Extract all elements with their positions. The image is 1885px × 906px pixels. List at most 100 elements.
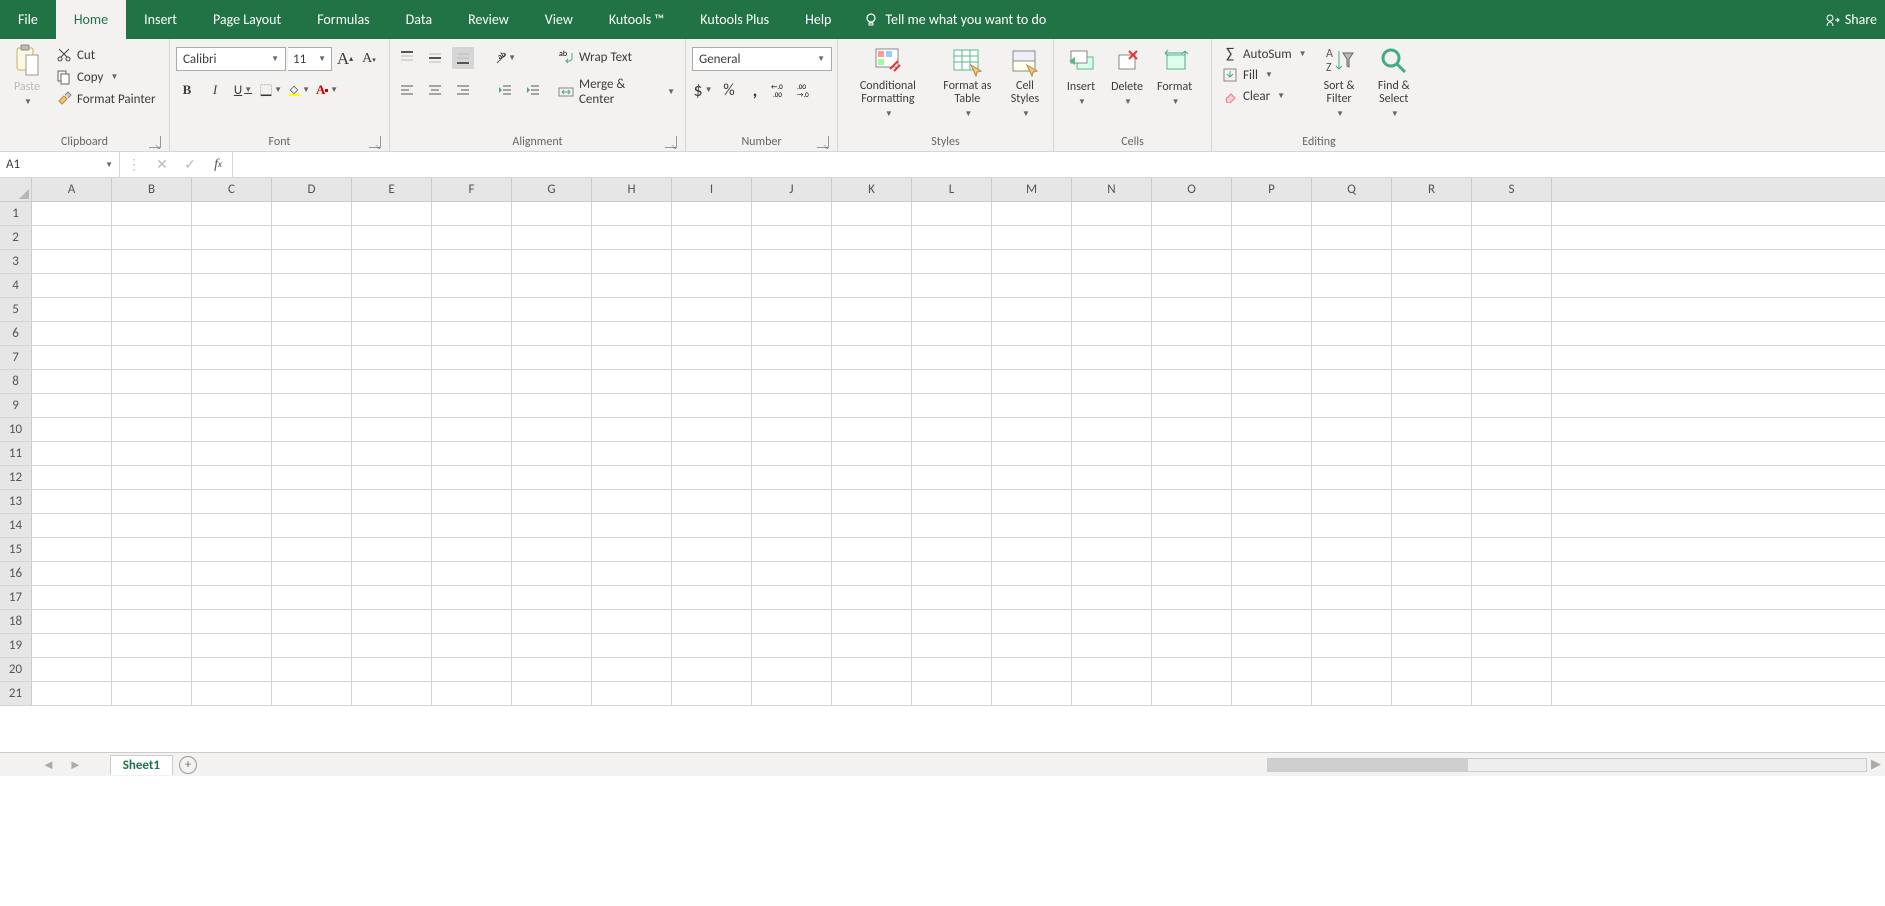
cell[interactable]	[192, 274, 272, 297]
cell[interactable]	[112, 682, 192, 705]
cell[interactable]	[1392, 514, 1472, 537]
row-header[interactable]: 16	[0, 562, 32, 585]
cell[interactable]	[32, 562, 112, 585]
cell[interactable]	[112, 514, 192, 537]
cell[interactable]	[32, 586, 112, 609]
cell[interactable]	[1312, 226, 1392, 249]
tab-formulas[interactable]: Formulas	[299, 0, 387, 39]
cell[interactable]	[832, 274, 912, 297]
cell[interactable]	[112, 394, 192, 417]
cell[interactable]	[1152, 466, 1232, 489]
cell[interactable]	[992, 370, 1072, 393]
cell[interactable]	[512, 250, 592, 273]
column-header[interactable]: P	[1232, 178, 1312, 201]
cell[interactable]	[832, 250, 912, 273]
cell[interactable]	[832, 442, 912, 465]
cell[interactable]	[912, 562, 992, 585]
cell[interactable]	[1312, 442, 1392, 465]
fx-icon[interactable]: fx	[204, 157, 232, 173]
cell[interactable]	[352, 514, 432, 537]
cell[interactable]	[192, 370, 272, 393]
cell[interactable]	[832, 490, 912, 513]
cell[interactable]	[832, 298, 912, 321]
cell[interactable]	[912, 250, 992, 273]
cell[interactable]	[432, 490, 512, 513]
cut-button[interactable]: Cut	[52, 45, 160, 65]
scroll-right-icon[interactable]: ▶	[1867, 757, 1885, 772]
cell[interactable]	[352, 658, 432, 681]
cell[interactable]	[672, 586, 752, 609]
clear-button[interactable]: Clear▼	[1218, 86, 1311, 106]
tab-view[interactable]: View	[527, 0, 591, 39]
cell[interactable]	[192, 658, 272, 681]
accounting-format-button[interactable]: $▼	[692, 79, 714, 101]
column-header[interactable]: A	[32, 178, 112, 201]
cell[interactable]	[272, 202, 352, 225]
cell[interactable]	[752, 538, 832, 561]
cell[interactable]	[832, 658, 912, 681]
cell[interactable]	[1072, 514, 1152, 537]
cell[interactable]	[672, 442, 752, 465]
tab-help[interactable]: Help	[787, 0, 849, 39]
cell[interactable]	[512, 682, 592, 705]
cell[interactable]	[992, 490, 1072, 513]
cell[interactable]	[112, 322, 192, 345]
cell[interactable]	[272, 442, 352, 465]
cell[interactable]	[352, 490, 432, 513]
cell[interactable]	[672, 418, 752, 441]
cell[interactable]	[352, 298, 432, 321]
cell[interactable]	[1392, 682, 1472, 705]
cell[interactable]	[1152, 394, 1232, 417]
cell[interactable]	[352, 634, 432, 657]
cell[interactable]	[112, 418, 192, 441]
cell[interactable]	[1392, 322, 1472, 345]
column-header[interactable]: K	[832, 178, 912, 201]
cell[interactable]	[1312, 250, 1392, 273]
cell[interactable]	[912, 490, 992, 513]
cell[interactable]	[992, 538, 1072, 561]
cell[interactable]	[432, 370, 512, 393]
row-header[interactable]: 20	[0, 658, 32, 681]
format-cells-button[interactable]: Format▼	[1152, 42, 1197, 110]
cell[interactable]	[192, 226, 272, 249]
cell[interactable]	[592, 226, 672, 249]
number-format-dropdown[interactable]: General▼	[692, 47, 832, 71]
decrease-font-button[interactable]: A▾	[358, 48, 380, 70]
column-header[interactable]: E	[352, 178, 432, 201]
column-header[interactable]: M	[992, 178, 1072, 201]
cell[interactable]	[192, 418, 272, 441]
row-header[interactable]: 18	[0, 610, 32, 633]
cell[interactable]	[1072, 562, 1152, 585]
cell[interactable]	[592, 538, 672, 561]
conditional-formatting-button[interactable]: Conditional Formatting▼	[844, 42, 932, 122]
cell[interactable]	[1072, 322, 1152, 345]
row-header[interactable]: 8	[0, 370, 32, 393]
cell[interactable]	[32, 658, 112, 681]
cell[interactable]	[1312, 610, 1392, 633]
cell[interactable]	[592, 322, 672, 345]
cell[interactable]	[512, 490, 592, 513]
cell[interactable]	[32, 466, 112, 489]
cell[interactable]	[592, 418, 672, 441]
column-header[interactable]: Q	[1312, 178, 1392, 201]
cell[interactable]	[1312, 394, 1392, 417]
cell[interactable]	[32, 226, 112, 249]
comma-format-button[interactable]: ,	[744, 79, 766, 101]
cell[interactable]	[1072, 202, 1152, 225]
cell[interactable]	[352, 202, 432, 225]
column-header[interactable]: F	[432, 178, 512, 201]
cell[interactable]	[832, 226, 912, 249]
dialog-launcher-icon[interactable]	[817, 136, 829, 148]
percent-format-button[interactable]: %	[718, 79, 740, 101]
cell[interactable]	[192, 490, 272, 513]
cell[interactable]	[352, 322, 432, 345]
cell[interactable]	[992, 202, 1072, 225]
cell[interactable]	[192, 202, 272, 225]
column-header[interactable]: D	[272, 178, 352, 201]
cell[interactable]	[512, 418, 592, 441]
increase-indent-button[interactable]	[522, 79, 544, 101]
cell[interactable]	[272, 586, 352, 609]
cell[interactable]	[1312, 514, 1392, 537]
share-button[interactable]: Share	[1824, 0, 1885, 39]
cell[interactable]	[352, 418, 432, 441]
